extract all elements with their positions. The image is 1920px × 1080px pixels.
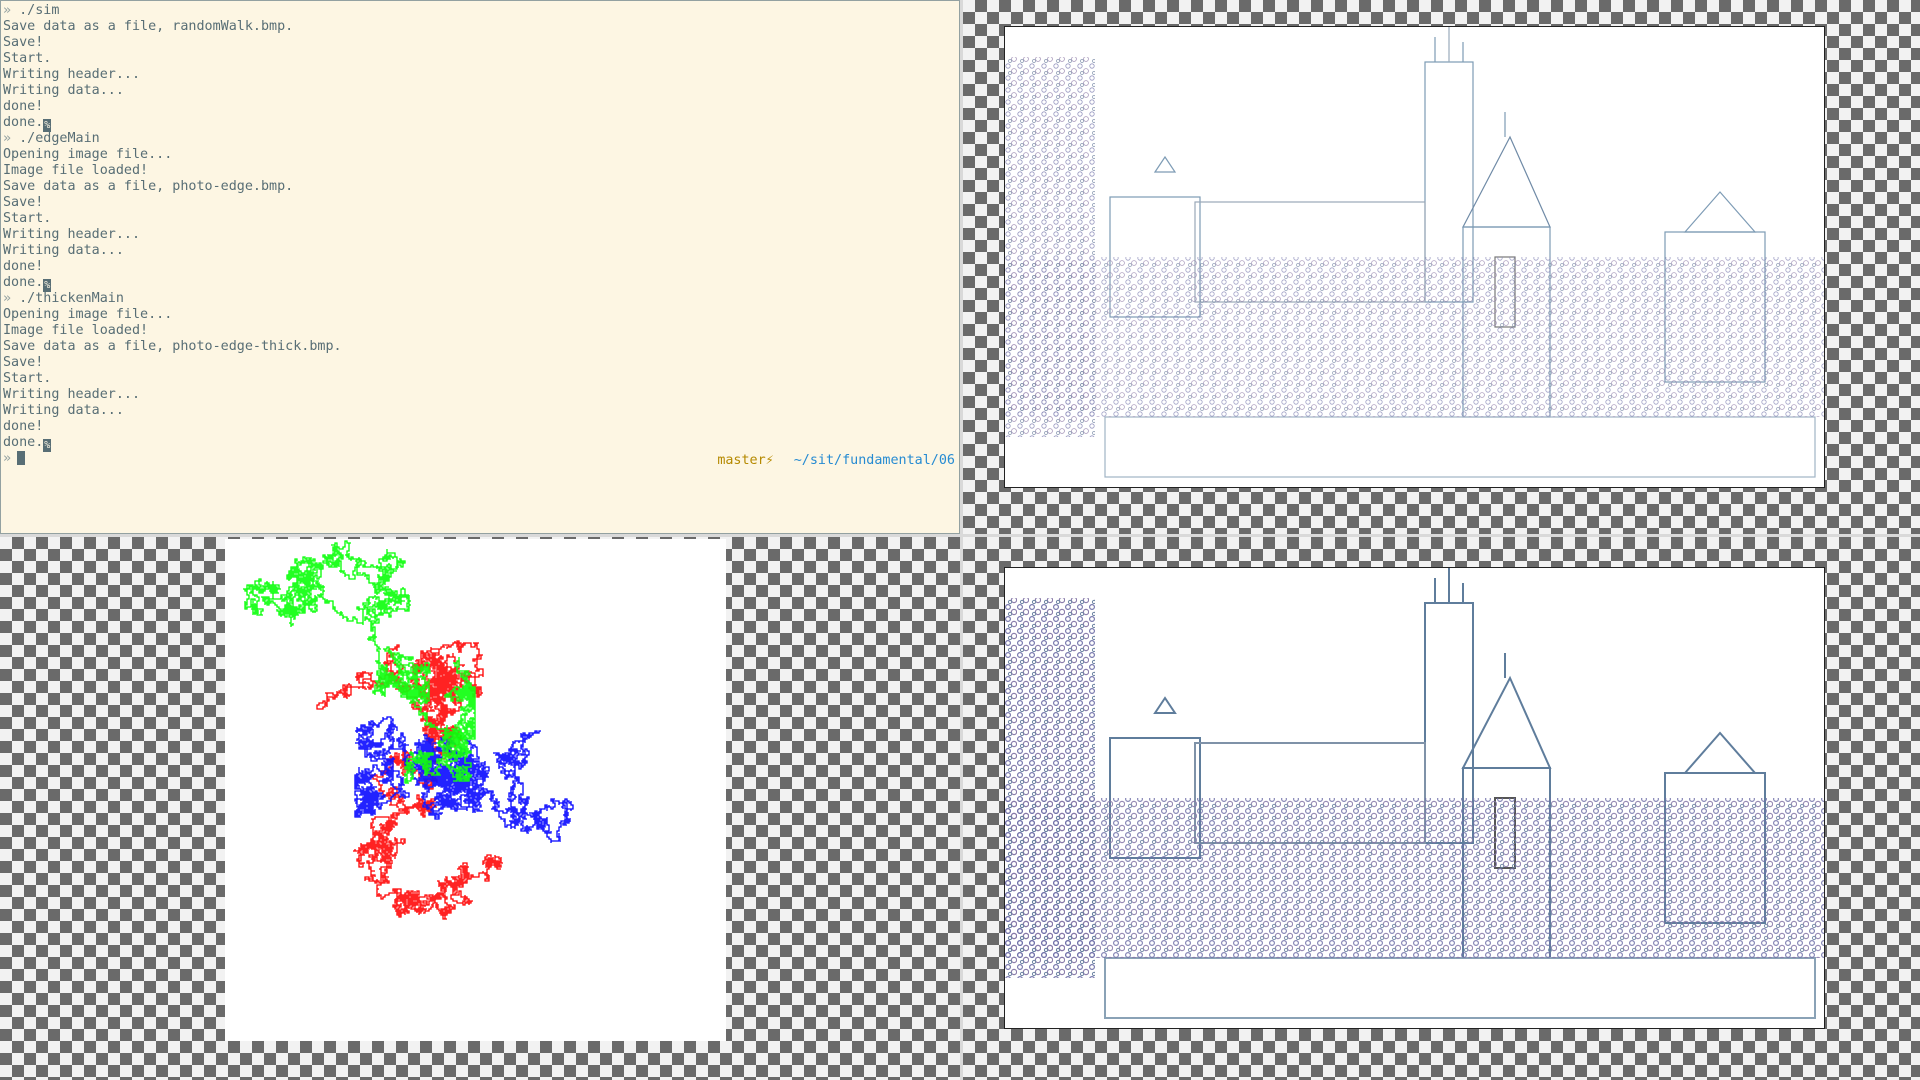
command-text: ./edgeMain — [11, 131, 100, 146]
output-text: Save! — [3, 195, 44, 210]
terminal-output-line: Writing data... — [3, 243, 957, 259]
terminal-cursor — [17, 451, 26, 465]
terminal-output-line: done! — [3, 419, 957, 435]
terminal-output-line: Save data as a file, photo-edge-thick.bm… — [3, 339, 957, 355]
terminal-command-line: » ./edgeMain — [3, 131, 957, 147]
output-text: Image file loaded! — [3, 323, 149, 338]
terminal-output-line: Opening image file... — [3, 307, 957, 323]
terminal-output-line: Writing data... — [3, 83, 957, 99]
random-walk-image — [225, 539, 726, 1041]
terminal-output-line: Save data as a file, randomWalk.bmp. — [3, 19, 957, 35]
prompt-symbol: » — [3, 3, 12, 18]
terminal-output: » ./sim Save data as a file, randomWalk.b… — [1, 1, 959, 469]
terminal-output-line: Image file loaded! — [3, 323, 957, 339]
output-text: done! — [3, 259, 44, 274]
output-text: Writing data... — [3, 243, 124, 258]
output-text: Opening image file... — [3, 307, 173, 322]
random-walk-drawing — [243, 540, 574, 920]
terminal-output-line: Writing header... — [3, 67, 957, 83]
no-newline-mark: % — [43, 439, 52, 452]
output-text: Writing data... — [3, 403, 124, 418]
edge-thick-photo-drawing — [1005, 568, 1824, 1019]
terminal-output-line: done.% — [3, 275, 957, 292]
git-branch: master⚡ — [717, 453, 774, 468]
output-text: Writing header... — [3, 67, 141, 82]
terminal-output-line: done.% — [3, 435, 957, 452]
output-text: done. — [3, 275, 44, 290]
edge-photo-drawing — [1005, 27, 1824, 478]
terminal-output-line: Writing header... — [3, 227, 957, 243]
terminal-output-line: Image file loaded! — [3, 163, 957, 179]
output-text: done! — [3, 419, 44, 434]
terminal-command-line: » ./thickenMain — [3, 291, 957, 307]
terminal-output-line: Writing header... — [3, 387, 957, 403]
terminal-output-line: Save! — [3, 355, 957, 371]
output-text: done. — [3, 115, 44, 130]
image-viewer-edge[interactable] — [963, 0, 1920, 534]
random-walk-path — [243, 540, 476, 740]
image-viewer-edge-thick[interactable] — [963, 537, 1920, 1080]
prompt-symbol: » — [3, 131, 12, 146]
right-prompt: master⚡ ~/sit/fundamental/06 — [717, 453, 955, 469]
photo-edge-image — [1004, 26, 1825, 488]
output-text: Writing header... — [3, 387, 141, 402]
image-viewer-random-walk[interactable] — [0, 537, 960, 1080]
output-text: Writing header... — [3, 227, 141, 242]
command-text: ./sim — [11, 3, 60, 18]
terminal-output-line: Start. — [3, 211, 957, 227]
terminal-output-line: Save! — [3, 195, 957, 211]
terminal-output-line: Save data as a file, photo-edge.bmp. — [3, 179, 957, 195]
output-text: Save data as a file, photo-edge.bmp. — [3, 179, 294, 194]
output-text: done! — [3, 99, 44, 114]
terminal-output-line: Save! — [3, 35, 957, 51]
horizontal-split-divider[interactable] — [0, 534, 1920, 537]
output-text: Start. — [3, 51, 52, 66]
output-text: Writing data... — [3, 83, 124, 98]
output-text: Start. — [3, 371, 52, 386]
terminal-output-line: Start. — [3, 371, 957, 387]
output-text: Save data as a file, photo-edge-thick.bm… — [3, 339, 342, 354]
random-walk-path — [354, 716, 574, 843]
current-path: ~/sit/fundamental/06 — [793, 453, 955, 468]
terminal-window[interactable]: » ./sim Save data as a file, randomWalk.b… — [0, 0, 960, 534]
desktop: » ./sim Save data as a file, randomWalk.b… — [0, 0, 1920, 1080]
terminal-output-line: Start. — [3, 51, 957, 67]
terminal-output-line: Opening image file... — [3, 147, 957, 163]
terminal-output-line: done! — [3, 99, 957, 115]
vertical-split-divider[interactable] — [960, 0, 963, 1080]
terminal-output-line: done.% — [3, 115, 957, 132]
terminal-output-line: done! — [3, 259, 957, 275]
output-text: Save! — [3, 35, 44, 50]
prompt-symbol: » — [3, 451, 12, 466]
output-text: Save data as a file, randomWalk.bmp. — [3, 19, 294, 34]
terminal-output-line: Writing data... — [3, 403, 957, 419]
output-text: Image file loaded! — [3, 163, 149, 178]
output-text: Opening image file... — [3, 147, 173, 162]
terminal-command-line: » ./sim — [3, 3, 957, 19]
photo-edge-thick-image — [1004, 567, 1825, 1029]
output-text: Start. — [3, 211, 52, 226]
output-text: done. — [3, 435, 44, 450]
command-text: ./thickenMain — [11, 291, 124, 306]
prompt-symbol: » — [3, 291, 12, 306]
output-text: Save! — [3, 355, 44, 370]
